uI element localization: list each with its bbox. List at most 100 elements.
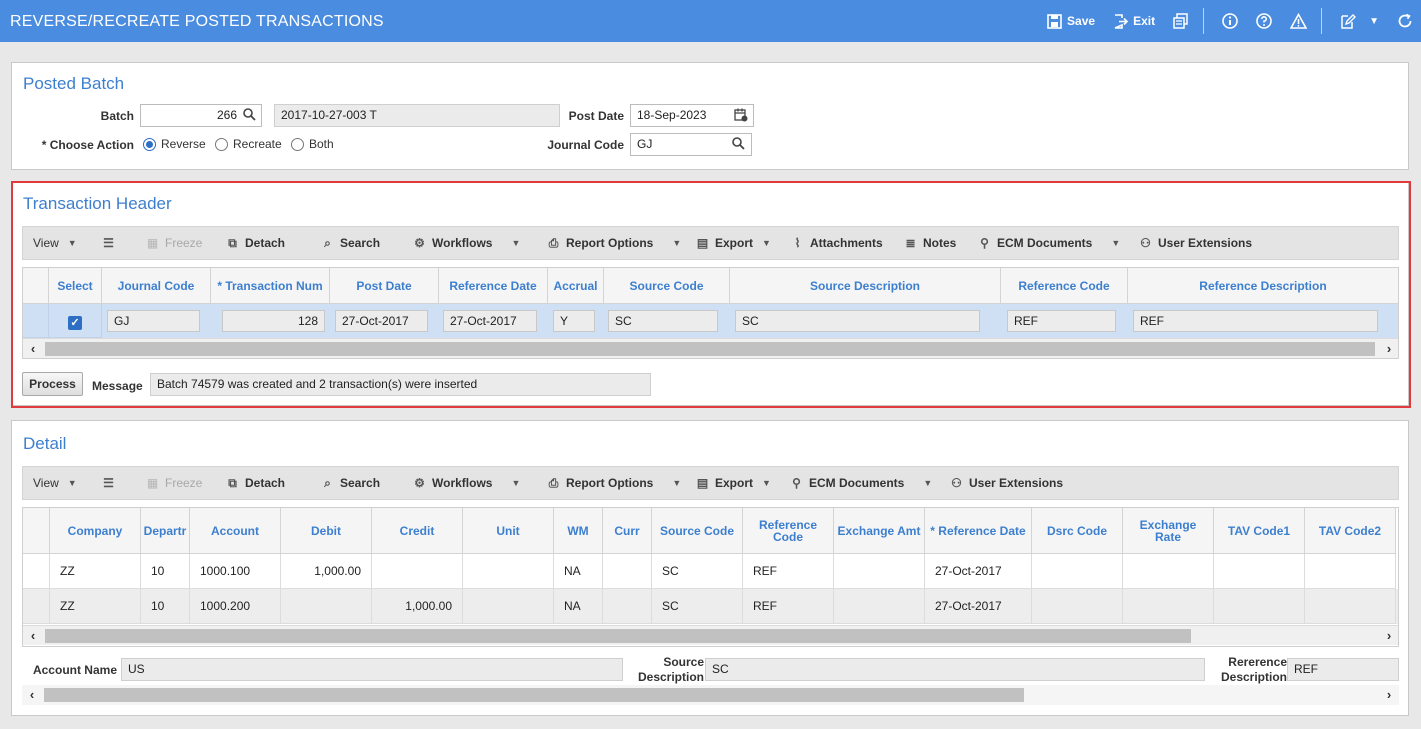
debit-cell[interactable]: 1,000.00 (281, 554, 372, 589)
table-row[interactable]: ✓ GJ 128 27-Oct-2017 27-Oct-2017 Y SC SC… (23, 304, 1398, 338)
scrollbar-thumb[interactable] (45, 629, 1191, 643)
column-header-reference-code[interactable]: Reference Code (743, 508, 834, 554)
search-button[interactable]: ⌕ Search (320, 227, 380, 259)
refresh-button[interactable] (1397, 13, 1413, 29)
column-header-post-date[interactable]: Post Date (330, 268, 439, 304)
scroll-left-icon[interactable]: ‹ (23, 339, 43, 358)
source-code-cell[interactable]: SC (608, 310, 718, 332)
exit-button[interactable]: Exit (1113, 13, 1155, 29)
reference-date-cell[interactable]: 27-Oct-2017 (925, 554, 1032, 589)
process-button[interactable]: Process (22, 372, 83, 396)
ecm-documents-menu[interactable]: ⚲ ECM Documents ▼ (789, 467, 932, 499)
column-header-wm[interactable]: WM (554, 508, 603, 554)
column-header-source-code[interactable]: Source Code (604, 268, 730, 304)
column-header-department[interactable]: Departr (141, 508, 190, 554)
save-button[interactable]: Save (1047, 13, 1095, 29)
horizontal-scrollbar[interactable]: ‹ › (23, 625, 1398, 646)
column-header-source-description[interactable]: Source Description (730, 268, 1001, 304)
ecm-documents-menu[interactable]: ⚲ ECM Documents ▼ (977, 227, 1120, 259)
tav-code1-cell[interactable] (1214, 589, 1305, 624)
credit-cell[interactable]: 1,000.00 (372, 589, 463, 624)
journal-code-input[interactable]: GJ (630, 133, 752, 156)
wm-cell[interactable]: NA (554, 589, 603, 624)
transaction-num-cell[interactable]: 128 (222, 310, 325, 332)
column-header-reference-description[interactable]: Reference Description (1128, 268, 1398, 304)
search-icon[interactable] (242, 108, 256, 122)
edit-menu-button[interactable]: ▼ (1340, 13, 1379, 29)
help-button[interactable] (1256, 13, 1272, 29)
report-options-menu[interactable]: ⎙ Report Options ▼ (546, 227, 682, 259)
filter-button[interactable]: ☰ (101, 227, 116, 259)
user-extensions-button[interactable]: ⚇ User Extensions (949, 467, 1063, 499)
filter-button[interactable]: ☰ (101, 467, 116, 499)
detach-button[interactable]: ⧉ Detach (225, 227, 285, 259)
workflows-menu[interactable]: ⚙ Workflows ▼ (412, 227, 520, 259)
credit-cell[interactable] (372, 554, 463, 589)
select-checkbox[interactable]: ✓ (68, 316, 82, 330)
post-date-input[interactable]: 18-Sep-2023 (630, 104, 754, 127)
export-menu[interactable]: ▤ Export ▼ (695, 227, 771, 259)
account-cell[interactable]: 1000.200 (190, 589, 281, 624)
column-header-journal-code[interactable]: Journal Code (102, 268, 211, 304)
exchange-rate-cell[interactable] (1123, 554, 1214, 589)
column-header-transaction-num[interactable]: * Transaction Num (211, 268, 330, 304)
curr-cell[interactable] (603, 589, 652, 624)
horizontal-scrollbar[interactable]: ‹ › (23, 338, 1398, 358)
account-cell[interactable]: 1000.100 (190, 554, 281, 589)
column-header-curr[interactable]: Curr (603, 508, 652, 554)
journal-code-cell[interactable]: GJ (107, 310, 200, 332)
column-header-exchange-amt[interactable]: Exchange Amt (834, 508, 925, 554)
detach-button[interactable]: ⧉ Detach (225, 467, 285, 499)
source-code-cell[interactable]: SC (652, 589, 743, 624)
info-button[interactable] (1222, 13, 1238, 29)
freeze-button[interactable]: ▦ Freeze (145, 227, 203, 259)
curr-cell[interactable] (603, 554, 652, 589)
column-header-tav-code1[interactable]: TAV Code1 (1214, 508, 1305, 554)
reference-code-cell[interactable]: REF (1007, 310, 1116, 332)
exchange-rate-cell[interactable] (1123, 589, 1214, 624)
column-header-dsrc-code[interactable]: Dsrc Code (1032, 508, 1123, 554)
freeze-button[interactable]: ▦ Freeze (145, 467, 203, 499)
scroll-right-icon[interactable]: › (1379, 685, 1399, 705)
user-extensions-button[interactable]: ⚇ User Extensions (1138, 227, 1252, 259)
tav-code1-cell[interactable] (1214, 554, 1305, 589)
column-header-reference-code[interactable]: Reference Code (1001, 268, 1128, 304)
column-header-account[interactable]: Account (190, 508, 281, 554)
column-header-source-code[interactable]: Source Code (652, 508, 743, 554)
search-icon[interactable] (732, 137, 746, 151)
department-cell[interactable]: 10 (141, 589, 190, 624)
report-options-menu[interactable]: ⎙ Report Options ▼ (546, 467, 682, 499)
column-header-credit[interactable]: Credit (372, 508, 463, 554)
accrual-cell[interactable]: Y (553, 310, 595, 332)
exchange-amt-cell[interactable] (834, 589, 925, 624)
company-cell[interactable]: ZZ (50, 589, 141, 624)
table-row[interactable]: ZZ 10 1000.200 1,000.00 NA SC REF 27-Oct… (23, 589, 1398, 624)
unit-cell[interactable] (463, 589, 554, 624)
tav-code2-cell[interactable] (1305, 554, 1396, 589)
exchange-amt-cell[interactable] (834, 554, 925, 589)
column-header-select[interactable]: Select (49, 268, 102, 304)
tav-code2-cell[interactable] (1305, 589, 1396, 624)
view-menu[interactable]: View ▼ (33, 467, 77, 499)
post-date-cell[interactable]: 27-Oct-2017 (335, 310, 428, 332)
print-button[interactable] (1173, 13, 1189, 29)
reference-date-cell[interactable]: 27-Oct-2017 (443, 310, 537, 332)
view-menu[interactable]: View ▼ (33, 227, 77, 259)
calendar-icon[interactable] (734, 108, 748, 122)
scroll-left-icon[interactable]: ‹ (22, 685, 42, 705)
source-description-cell[interactable]: SC (735, 310, 980, 332)
debit-cell[interactable] (281, 589, 372, 624)
wm-cell[interactable]: NA (554, 554, 603, 589)
detail-form-scrollbar[interactable]: ‹ › (22, 685, 1399, 705)
scrollbar-thumb[interactable] (45, 342, 1375, 356)
column-header-accrual[interactable]: Accrual (548, 268, 604, 304)
dsrc-code-cell[interactable] (1032, 589, 1123, 624)
column-header-debit[interactable]: Debit (281, 508, 372, 554)
scroll-right-icon[interactable]: › (1379, 626, 1398, 646)
action-recreate-radio[interactable]: Recreate (215, 137, 282, 151)
dsrc-code-cell[interactable] (1032, 554, 1123, 589)
export-menu[interactable]: ▤ Export ▼ (695, 467, 771, 499)
reference-code-cell[interactable]: REF (743, 589, 834, 624)
company-cell[interactable]: ZZ (50, 554, 141, 589)
workflows-menu[interactable]: ⚙ Workflows ▼ (412, 467, 520, 499)
